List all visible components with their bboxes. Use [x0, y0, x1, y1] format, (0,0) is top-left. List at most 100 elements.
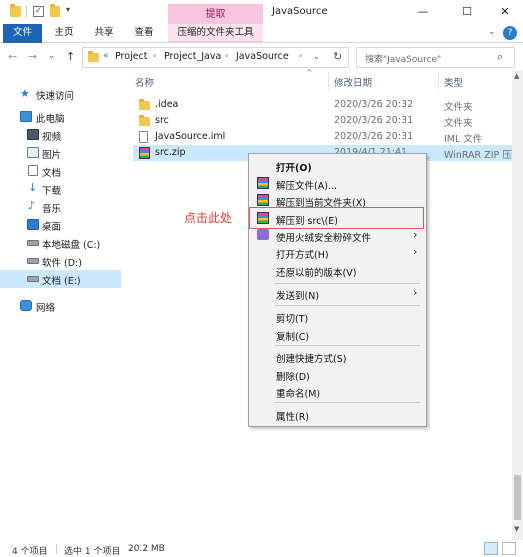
nav-label: 桌面 [42, 222, 62, 233]
winrar-icon [257, 194, 269, 206]
close-button[interactable]: ✕ [488, 2, 522, 22]
submenu-arrow-icon: › [413, 286, 418, 299]
desktop-icon [27, 219, 39, 230]
submenu-arrow-icon: › [413, 228, 418, 241]
ribbon-tab-bar: 文件 主页 共享 查看 压缩的文件夹工具 ⌄ ? [0, 24, 523, 43]
nav-item-quick-access[interactable]: ★ 快速访问 [0, 85, 121, 103]
menu-label: 重命名(M) [276, 389, 321, 400]
back-button[interactable]: ← [8, 50, 17, 63]
tab-home[interactable]: 主页 [50, 24, 78, 43]
star-icon: ★ [20, 87, 30, 100]
column-header-type[interactable]: 类型 [444, 75, 463, 89]
file-row[interactable]: JavaSource.iml 2020/3/26 20:31 IML 文件 [133, 129, 516, 145]
ribbon-expand-icon[interactable]: ⌄ [488, 27, 496, 37]
address-dropdown-icon[interactable]: ⌄ [313, 52, 320, 61]
file-row[interactable]: .idea 2020/3/26 20:32 文件夹 [133, 97, 516, 113]
menu-separator [275, 402, 420, 403]
menu-item-send-to[interactable]: 发送到(N) › [250, 285, 426, 302]
nav-label: 图片 [42, 150, 62, 161]
quick-access-dropdown-icon[interactable]: ▾ [66, 5, 70, 14]
nav-item-documents[interactable]: 文档 [0, 162, 121, 180]
menu-label: 发送到(N) [276, 291, 320, 302]
nav-label: 快速访问 [36, 91, 75, 102]
help-icon[interactable]: ? [503, 26, 517, 40]
breadcrumb-separator-icon[interactable]: › [299, 51, 302, 60]
nav-item-desktop[interactable]: 桌面 [0, 216, 121, 234]
column-header-name[interactable]: 名称 [135, 75, 154, 89]
maximize-button[interactable]: ☐ [450, 2, 484, 22]
search-icon[interactable]: ⌕ [497, 50, 503, 64]
tab-compressed-folder-tools[interactable]: 压缩的文件夹工具 [168, 24, 263, 43]
menu-item-open-with[interactable]: 打开方式(H) › [250, 244, 426, 261]
document-icon [28, 165, 38, 176]
menu-item-create-shortcut[interactable]: 创建快捷方式(S) [250, 348, 426, 365]
recent-locations-icon[interactable]: ⌄ [48, 51, 55, 60]
nav-item-this-pc[interactable]: 此电脑 [0, 108, 121, 126]
tab-view[interactable]: 查看 [130, 24, 158, 43]
menu-item-open[interactable]: 打开(O) [250, 157, 426, 174]
context-tab-header: 提取 [168, 4, 263, 26]
menu-label: 复制(C) [276, 332, 310, 343]
address-bar[interactable]: « Project › Project_Java › JavaSource › … [82, 47, 349, 68]
minimize-button[interactable]: — [406, 2, 440, 22]
pc-icon [20, 111, 32, 122]
menu-item-copy[interactable]: 复制(C) [250, 326, 426, 343]
scroll-thumb[interactable] [514, 475, 521, 520]
nav-item-drive-d[interactable]: 软件 (D:) [0, 252, 121, 270]
menu-separator [275, 345, 420, 346]
vertical-scrollbar[interactable]: ▲ ▼ [512, 70, 523, 540]
breadcrumb-javasource[interactable]: JavaSource [236, 51, 289, 62]
address-overflow-icon[interactable]: « [103, 51, 109, 61]
picture-icon [27, 147, 39, 158]
scroll-up-icon[interactable]: ▲ [514, 72, 519, 80]
menu-label: 创建快捷方式(S) [276, 354, 347, 365]
menu-item-extract-files[interactable]: 解压文件(A)... [250, 175, 426, 192]
menu-item-restore-previous[interactable]: 还原以前的版本(V) [250, 262, 426, 279]
up-button[interactable]: ↑ [66, 50, 75, 63]
file-date: 2020/3/26 20:31 [334, 131, 414, 142]
column-divider[interactable] [438, 72, 439, 90]
nav-item-pictures[interactable]: 图片 [0, 144, 121, 162]
nav-label: 软件 (D:) [42, 258, 82, 269]
nav-item-drive-c[interactable]: 本地磁盘 (C:) [0, 234, 121, 252]
menu-item-shred[interactable]: 使用火绒安全粉碎文件 › [250, 227, 426, 244]
network-icon [20, 300, 32, 311]
nav-item-videos[interactable]: 视频 [0, 126, 121, 144]
file-row[interactable]: src 2020/3/26 20:31 文件夹 [133, 113, 516, 129]
folder-icon [88, 51, 99, 62]
large-icons-view-icon[interactable] [502, 542, 516, 555]
menu-item-cut[interactable]: 剪切(T) [250, 308, 426, 325]
status-item-count: 4 个项目 [12, 547, 48, 557]
column-divider[interactable] [328, 72, 329, 90]
nav-item-drive-e[interactable]: 文档 (E:) [0, 270, 121, 288]
file-icon [139, 131, 148, 143]
new-folder-icon[interactable] [50, 4, 60, 17]
tab-file[interactable]: 文件 [3, 24, 42, 43]
breadcrumb-project-java[interactable]: Project_Java [164, 51, 221, 62]
forward-button[interactable]: → [28, 50, 37, 63]
nav-item-downloads[interactable]: ↓ 下载 [0, 180, 121, 198]
nav-label: 下载 [42, 186, 62, 197]
breadcrumb-separator-icon[interactable]: › [225, 51, 228, 60]
nav-item-music[interactable]: ♪ 音乐 [0, 198, 121, 216]
status-bar: 4 个项目 选中 1 个项目 20.2 MB [0, 541, 523, 557]
refresh-icon[interactable]: ↻ [333, 50, 342, 63]
details-view-icon[interactable] [484, 542, 498, 555]
menu-item-delete[interactable]: 删除(D) [250, 366, 426, 383]
menu-label: 打开方式(H) [276, 250, 329, 261]
file-type: IML 文件 [444, 134, 483, 145]
menu-item-rename[interactable]: 重命名(M) [250, 383, 426, 400]
scroll-down-icon[interactable]: ▼ [514, 525, 519, 533]
tab-share[interactable]: 共享 [90, 24, 118, 43]
column-header-modified[interactable]: 修改日期 [334, 75, 372, 89]
breadcrumb-separator-icon[interactable]: › [153, 51, 156, 60]
breadcrumb-project[interactable]: Project [115, 51, 148, 62]
folder-icon [139, 115, 150, 126]
divider [26, 5, 27, 18]
status-selection: 选中 1 个项目 [64, 547, 121, 557]
nav-item-network[interactable]: 网络 [0, 297, 121, 315]
download-icon: ↓ [28, 181, 38, 194]
menu-item-properties[interactable]: 属性(R) [250, 406, 426, 423]
properties-check-icon[interactable]: ✓ [33, 6, 44, 17]
search-input[interactable]: 搜索"JavaSource" ⌕ [356, 47, 515, 68]
